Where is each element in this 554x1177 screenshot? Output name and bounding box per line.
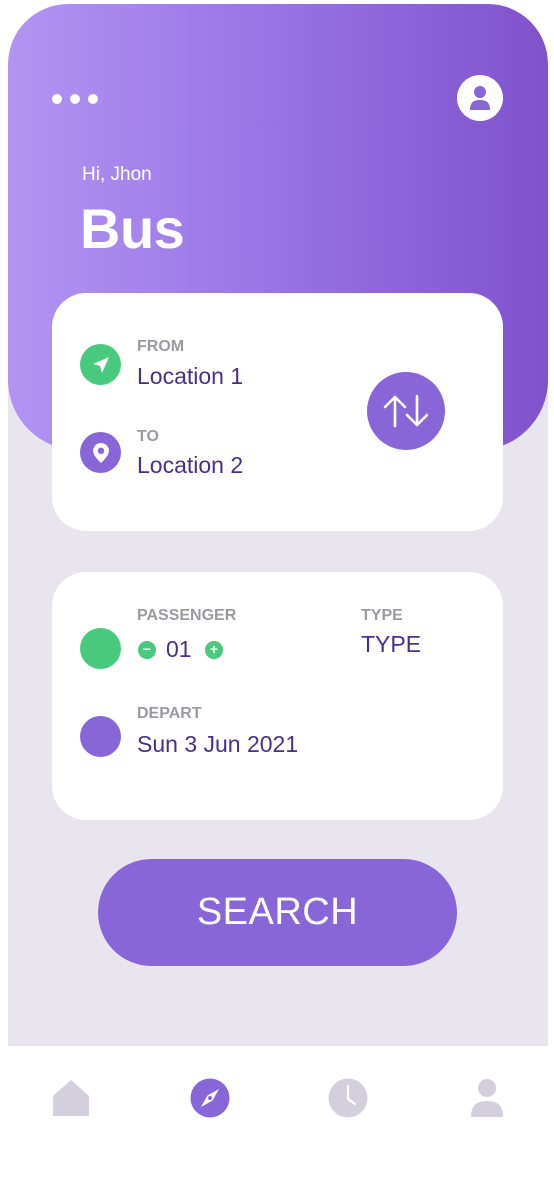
depart-date-field[interactable]: Sun 3 Jun 2021 [137,731,298,758]
depart-label: DEPART [137,705,202,722]
decrease-passenger-button[interactable]: − [138,641,156,659]
swap-locations-button[interactable] [367,372,445,450]
nav-home[interactable] [49,1076,93,1120]
location-pin-icon [80,432,121,473]
route-card: FROM Location 1 TO Location 2 [52,293,503,531]
greeting-text: Hi, Jhon [82,164,152,185]
passenger-icon [80,628,121,669]
calendar-icon [80,716,121,757]
clock-icon [328,1078,368,1118]
user-icon [470,86,490,110]
navigation-arrow-icon [80,344,121,385]
profile-button[interactable] [457,75,503,121]
passenger-count: 01 [166,636,192,662]
from-label: FROM [137,338,185,355]
bottom-nav [8,1046,548,1177]
nav-profile[interactable] [465,1076,509,1120]
increase-passenger-button[interactable]: + [205,641,223,659]
from-location-field[interactable]: Location 1 [137,363,243,390]
nav-history[interactable] [326,1076,370,1120]
to-location-field[interactable]: Location 2 [137,452,243,479]
phone-screen: Hi, Jhon Bus FROM Location 1 TO Location… [8,4,548,1177]
type-select[interactable]: TYPE [361,631,421,658]
profile-icon [471,1079,503,1117]
compass-icon [190,1078,230,1118]
swap-arrows-icon [383,394,429,428]
passenger-label: PASSENGER [137,607,237,624]
home-icon [53,1080,89,1116]
more-dots-icon[interactable] [52,92,102,106]
type-label: TYPE [361,607,403,624]
trip-details-card: PASSENGER − 01 + TYPE TYPE DEPART Sun 3 … [52,572,503,820]
to-label: TO [137,428,159,445]
nav-explore[interactable] [188,1076,232,1120]
search-button[interactable]: SEARCH [98,859,457,966]
page-title: Bus [80,197,185,260]
